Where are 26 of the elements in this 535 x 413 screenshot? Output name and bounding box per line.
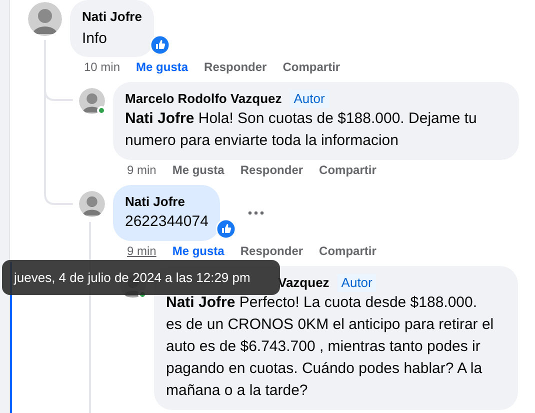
reply-button[interactable]: Responder bbox=[240, 243, 304, 259]
comment-text: Info bbox=[82, 29, 108, 49]
timestamp-link[interactable]: 9 min bbox=[127, 243, 156, 259]
like-button[interactable]: Me gusta bbox=[172, 162, 224, 178]
author-name[interactable]: Nati Jofre bbox=[125, 193, 185, 211]
comment-text: Nati Jofre Perfecto! La cuota desde $188.000. es de un CRONOS 0KM el anticipo para retirar el auto es de $6.743.700 , mientras tanto podes ir pagando en cuotas. Cuándo podes hablar? A la mañana o a la tarde? bbox=[166, 293, 495, 401]
more-icon[interactable] bbox=[248, 211, 264, 215]
reply-button[interactable]: Responder bbox=[204, 59, 267, 75]
share-button[interactable]: Compartir bbox=[282, 59, 340, 75]
comment-text: Nati Jofre Hola! Son cuotas de $188.000. Dejame tu numero para enviarte toda la informacion bbox=[125, 109, 478, 151]
avatar[interactable] bbox=[79, 88, 105, 114]
timestamp-link[interactable]: 9 min bbox=[127, 162, 156, 178]
author-name[interactable]: Nati Jofre bbox=[82, 8, 142, 26]
share-button[interactable]: Compartir bbox=[319, 243, 376, 259]
reply-button[interactable]: Responder bbox=[240, 162, 304, 178]
share-button[interactable]: Compartir bbox=[319, 162, 376, 178]
avatar[interactable] bbox=[28, 2, 62, 36]
timestamp-link[interactable]: 10 min bbox=[84, 59, 120, 75]
author-name[interactable]: Marcelo Rodolfo Vazquez bbox=[125, 90, 282, 108]
like-button[interactable]: Me gusta bbox=[172, 243, 224, 259]
like-button[interactable]: Me gusta bbox=[136, 59, 188, 75]
comment-text: 2622344074 bbox=[125, 212, 208, 232]
author-badge: Autor bbox=[337, 274, 376, 292]
date-tooltip: jueves, 4 de julio de 2024 a las 12:29 pm bbox=[2, 260, 280, 295]
author-badge: Autor bbox=[290, 90, 329, 108]
avatar[interactable] bbox=[79, 191, 105, 217]
